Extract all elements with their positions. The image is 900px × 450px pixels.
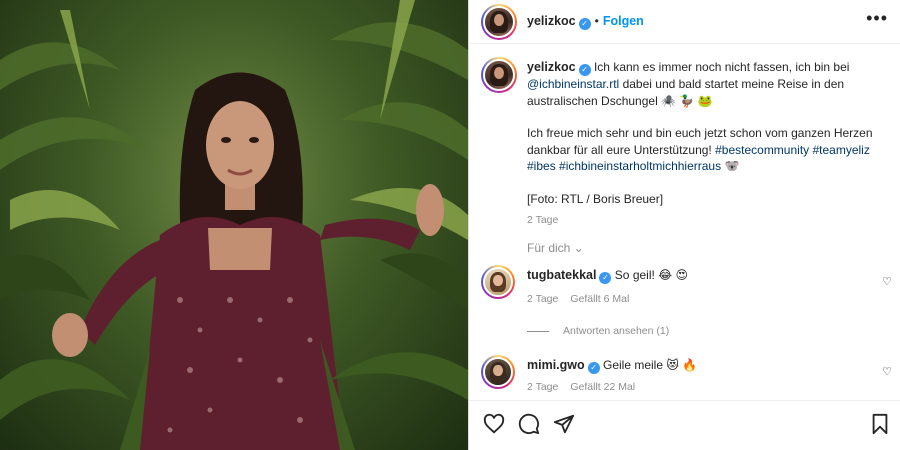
- post-header: yelizkoc ✓ • Folgen •••: [469, 0, 900, 44]
- comment-text-row: mimi.gwo ✓ Geile meile 😻 🔥: [527, 357, 847, 374]
- bookmark-icon[interactable]: [869, 413, 891, 435]
- verified-badge-icon: ✓: [599, 272, 612, 284]
- comment-username[interactable]: tugbatekkal: [527, 268, 596, 282]
- replies-line: [527, 330, 549, 332]
- more-options-icon[interactable]: •••: [866, 9, 888, 27]
- follow-button[interactable]: Folgen: [603, 14, 644, 28]
- caption-username[interactable]: yelizkoc: [527, 60, 576, 74]
- comment-text: Geile meile 😻 🔥: [599, 358, 698, 372]
- caption-avatar[interactable]: [481, 57, 517, 93]
- comment-avatar[interactable]: [481, 355, 515, 389]
- separator-dot: •: [594, 14, 599, 28]
- share-icon[interactable]: [553, 413, 575, 435]
- comment-meta: 2 Tage Gefällt 22 Mal: [527, 381, 635, 393]
- comment-username[interactable]: mimi.gwo: [527, 358, 585, 372]
- comment-item: tugbatekkal ✓ So geil! 😂 😍 2 Tage Gefällt …: [469, 265, 900, 347]
- comment-item: mimi.gwo ✓ Geile meile 😻 🔥 2 Tage Gefällt …: [469, 355, 900, 399]
- for-you-dropdown[interactable]: Für dich ⌄: [527, 241, 584, 255]
- author-row: yelizkoc ✓ • Folgen: [527, 14, 644, 30]
- view-replies-label: Antworten ansehen (1): [563, 325, 670, 337]
- heart-icon[interactable]: [483, 413, 505, 435]
- view-replies-button[interactable]: Antworten ansehen (1): [527, 325, 669, 337]
- comment-avatar[interactable]: [481, 265, 515, 299]
- verified-badge-icon: ✓: [587, 362, 600, 374]
- caption-mention-link[interactable]: @ichbineinstar.rtl: [527, 77, 619, 91]
- verified-badge-icon: ✓: [578, 18, 591, 30]
- post-side-panel: yelizkoc ✓ • Folgen ••• yelizkoc ✓ Ich kann …: [469, 0, 900, 450]
- comment-timestamp[interactable]: 2 Tage: [527, 293, 558, 305]
- caption-timestamp[interactable]: 2 Tage: [527, 214, 558, 226]
- comment-likes[interactable]: Gefällt 22 Mal: [570, 381, 635, 393]
- caption-text: Ich kann es immer noch nicht fassen, ich…: [590, 60, 850, 74]
- post-caption: yelizkoc ✓ Ich kann es immer noch nicht f…: [527, 59, 887, 229]
- verified-badge-icon: ✓: [578, 64, 591, 76]
- comment-text-row: tugbatekkal ✓ So geil! 😂 😍: [527, 267, 847, 284]
- photo-credit: [Foto: RTL / Boris Breuer]: [527, 191, 664, 206]
- comment-text: So geil! 😂 😍: [611, 268, 689, 282]
- jungle-portrait-image: [0, 0, 468, 450]
- author-username[interactable]: yelizkoc: [527, 14, 576, 28]
- comment-icon[interactable]: [518, 413, 540, 435]
- comment-heart-icon[interactable]: ♡: [882, 365, 892, 378]
- comments-area: yelizkoc ✓ Ich kann es immer noch nicht f…: [469, 45, 900, 400]
- comment-meta: 2 Tage Gefällt 6 Mal: [527, 293, 629, 305]
- comment-timestamp[interactable]: 2 Tage: [527, 381, 558, 393]
- post-action-bar: [469, 400, 900, 450]
- comment-likes[interactable]: Gefällt 6 Mal: [570, 293, 629, 305]
- caption-text: 🐨: [721, 159, 740, 173]
- author-avatar[interactable]: [481, 4, 517, 40]
- comment-heart-icon[interactable]: ♡: [882, 275, 892, 288]
- post-photo[interactable]: [0, 0, 468, 450]
